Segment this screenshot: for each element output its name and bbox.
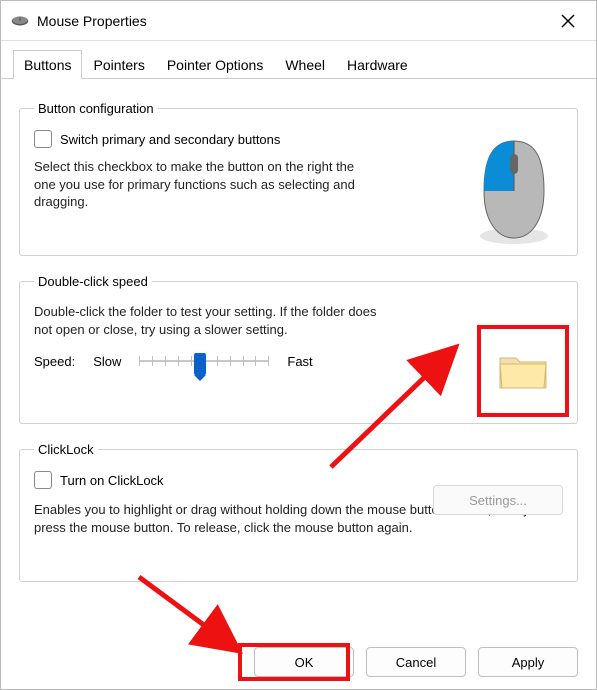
titlebar: Mouse Properties: [1, 1, 596, 41]
close-button[interactable]: [550, 7, 586, 35]
group-double-click-speed: Double-click speed Double-click the fold…: [19, 274, 578, 424]
group-clicklock: ClickLock Turn on ClickLock Settings... …: [19, 442, 578, 582]
clicklock-label: Turn on ClickLock: [60, 473, 164, 488]
slow-label: Slow: [93, 354, 121, 369]
tab-pointer-options[interactable]: Pointer Options: [156, 50, 275, 79]
group-legend: ClickLock: [34, 442, 98, 457]
fast-label: Fast: [287, 354, 312, 369]
tab-pointers[interactable]: Pointers: [82, 50, 155, 79]
dcs-description: Double-click the folder to test your set…: [34, 303, 394, 339]
switch-buttons-description: Select this checkbox to make the button …: [34, 158, 364, 211]
mouse-illustration: [469, 136, 559, 246]
clicklock-checkbox[interactable]: [34, 471, 52, 489]
annotation-arrow-ok: [131, 569, 261, 669]
tab-hardware[interactable]: Hardware: [336, 50, 419, 79]
group-legend: Button configuration: [34, 101, 158, 116]
tab-content: Button configuration Switch primary and …: [1, 79, 596, 660]
mouse-icon: [11, 15, 29, 27]
window-title: Mouse Properties: [37, 13, 550, 29]
cancel-button[interactable]: Cancel: [366, 647, 466, 677]
group-legend: Double-click speed: [34, 274, 152, 289]
switch-buttons-label: Switch primary and secondary buttons: [60, 132, 280, 147]
tab-wheel[interactable]: Wheel: [274, 50, 336, 79]
tab-buttons[interactable]: Buttons: [13, 50, 82, 79]
slider-thumb[interactable]: [194, 353, 206, 375]
tabstrip: Buttons Pointers Pointer Options Wheel H…: [1, 41, 596, 79]
folder-highlight: [477, 325, 569, 417]
clicklock-settings-button: Settings...: [433, 485, 563, 515]
ok-button[interactable]: OK: [254, 647, 354, 677]
group-button-configuration: Button configuration Switch primary and …: [19, 101, 578, 256]
close-icon: [561, 14, 575, 28]
dialog-footer: OK Cancel Apply: [254, 647, 578, 677]
folder-icon[interactable]: [498, 350, 548, 392]
speed-label: Speed:: [34, 354, 75, 369]
mouse-properties-window: Mouse Properties Buttons Pointers Pointe…: [0, 0, 597, 690]
speed-slider[interactable]: [139, 351, 269, 371]
switch-buttons-checkbox[interactable]: [34, 130, 52, 148]
apply-button[interactable]: Apply: [478, 647, 578, 677]
